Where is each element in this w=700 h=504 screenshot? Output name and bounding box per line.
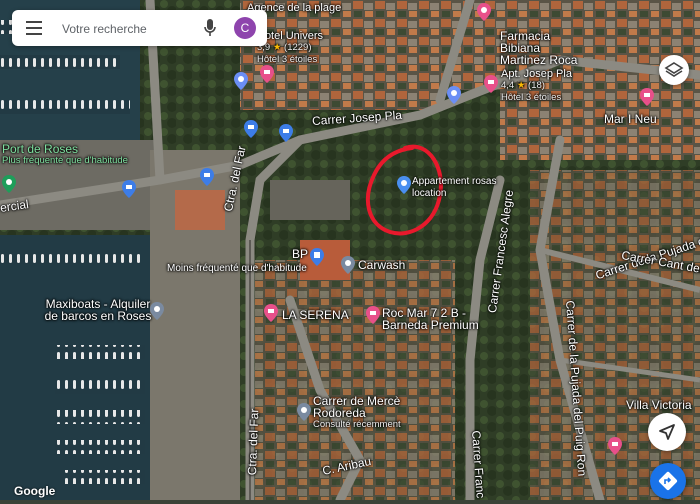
label-roc-mar[interactable]: Roc Mar 7 2 B - Barneda Premium [382,307,492,331]
apartment-pin-icon[interactable] [397,176,411,194]
place-pin-icon[interactable] [234,72,248,90]
label-maxiboats[interactable]: Maxiboats - Alquiler de barcos en Roses [38,298,158,322]
directions-icon [658,471,678,491]
apt-josep-category: Hôtel 3 étoiles [501,92,562,103]
label-la-serena[interactable]: LA SERENA [282,309,349,321]
port-roses-note: Plus fréquenté que d'habitude [2,155,128,166]
label-farmacia[interactable]: Farmacia Bibiana Martinez Roca [500,30,580,66]
label-appartement[interactable]: Appartement rosas location [412,176,502,200]
account-avatar[interactable]: C [234,17,256,39]
google-logo: Google [14,484,56,498]
label-bp[interactable]: BP [292,248,308,260]
apt-josep-rating: 4,4 ★ (18) [501,80,545,91]
label-villa-victoria[interactable]: Villa Victoria [626,399,692,411]
label-port-roses[interactable]: Port de Roses Plus fréquenté que d'habit… [2,143,128,167]
rodoreda-name: Carrer de Mercè Rodoreda [313,394,401,420]
pharmacy-pin-icon[interactable] [477,3,491,21]
my-location-button[interactable] [648,413,686,451]
maxiboats-pin-icon[interactable] [150,302,164,320]
gas-station-pin-icon[interactable] [310,248,324,266]
hotel-univers-pin-icon[interactable] [260,65,274,83]
rodoreda-pin-icon[interactable] [297,403,311,421]
port-roses-name: Port de Roses [2,142,79,156]
la-serena-pin-icon[interactable] [264,304,278,322]
mar-i-neu-pin-icon[interactable] [640,88,654,106]
shop-pin-icon[interactable] [279,124,293,142]
search-input[interactable] [60,18,204,40]
shop-pin-icon[interactable] [200,168,214,186]
port-pin-icon[interactable] [2,175,16,193]
navigation-arrow-icon [659,424,675,440]
hotel-univers-rating: 3,9 ★ (1229) [257,42,312,53]
label-rodoreda[interactable]: Carrer de Mercè Rodoreda Consulté récemm… [313,395,413,431]
menu-icon[interactable] [26,21,42,35]
directions-button[interactable] [650,463,686,499]
label-apt-josep-pla[interactable]: Apt. Josep Pla 4,4 ★ (18) Hôtel 3 étoile… [501,68,572,104]
apt-josep-name: Apt. Josep Pla [501,68,572,80]
carwash-pin-icon[interactable] [341,256,355,274]
place-pin-icon[interactable] [447,86,461,104]
apt-josep-pin-icon[interactable] [484,75,498,93]
street-del-far-bottom: Ctra. del Far [245,408,262,476]
layers-button[interactable] [659,55,689,85]
microphone-icon[interactable] [202,18,218,38]
search-bar[interactable]: C [12,10,267,46]
label-mar-i-neu[interactable]: Mar I Neu [604,113,657,125]
satellite-map[interactable]: Agence de la plage Hotel Univers 3,9 ★ (… [0,0,700,500]
shop-pin-icon[interactable] [244,120,258,138]
shop-pin-icon[interactable] [122,180,136,198]
label-carwash[interactable]: Carwash [358,259,405,271]
street-comercial: ercial [0,197,30,215]
rodoreda-note: Consulté récemment [313,419,401,430]
label-bp-note: Moins fréquenté que d'habitude [167,263,307,274]
roc-mar-pin-icon[interactable] [366,306,380,324]
layers-icon [664,62,684,77]
villa-victoria-pin-icon[interactable] [608,437,622,455]
